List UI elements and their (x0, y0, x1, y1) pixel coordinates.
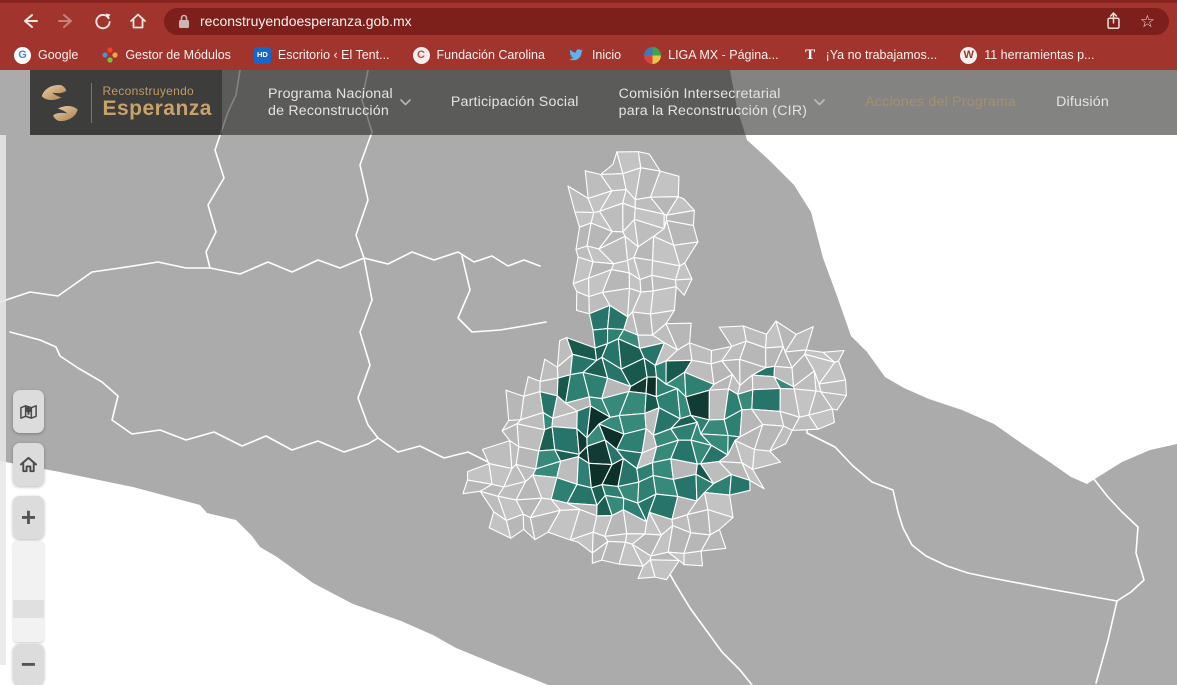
bookmark-herramientas[interactable]: W 11 herramientas p... (960, 47, 1094, 64)
nav-item-acciones-programa[interactable]: Acciones del Programa (865, 94, 1016, 111)
nav-item-programa-nacional[interactable]: Programa Nacionalde Reconstrucción (268, 86, 411, 120)
home-button[interactable] (125, 8, 151, 34)
nav-item-comision-cir[interactable]: Comisión Intersecretarialpara la Reconst… (619, 86, 826, 120)
municipality-cell[interactable] (651, 287, 677, 314)
map-home-icon (19, 455, 38, 474)
zoom-slider-handle[interactable] (13, 600, 44, 618)
zoom-in-button[interactable]: + (13, 496, 44, 539)
bookmark-liga-mx[interactable]: LIGA MX - Página... (644, 47, 778, 64)
reload-button[interactable] (89, 8, 115, 34)
address-bar[interactable]: reconstruyendoesperanza.gob.mx ☆ (164, 8, 1169, 35)
bookmark-inicio[interactable]: Inicio (568, 47, 621, 64)
google-icon: G (14, 47, 31, 64)
nav-item-label: Participación Social (451, 94, 579, 111)
nav-item-label: Comisión Intersecretarialpara la Reconst… (619, 86, 808, 120)
municipality-cell[interactable] (684, 551, 703, 566)
zoom-out-button[interactable]: − (13, 644, 44, 685)
hands-logo-icon (38, 82, 81, 124)
municipality-cell[interactable] (687, 510, 710, 535)
back-arrow-icon (20, 11, 40, 31)
map-layers-icon (19, 402, 38, 421)
carolina-icon: C (413, 47, 430, 64)
logo[interactable]: Reconstruyendo Esperanza (30, 70, 222, 135)
forward-arrow-icon (56, 11, 76, 31)
logo-line1: Reconstruyendo (102, 84, 212, 98)
browser-toolbar: reconstruyendoesperanza.gob.mx ☆ (0, 0, 1177, 40)
logo-line2: Esperanza (102, 97, 212, 121)
bookmark-star-icon[interactable]: ☆ (1140, 13, 1155, 30)
panel-edge (0, 135, 6, 665)
chevron-down-icon (400, 99, 411, 106)
bookmark-ya-no-trabajamos[interactable]: T ¡Ya no trabajamos... (802, 47, 938, 64)
bookmark-label: Inicio (592, 48, 621, 62)
bookmark-label: LIGA MX - Página... (668, 48, 778, 62)
zoom-slider[interactable] (13, 541, 44, 642)
reload-icon (93, 12, 112, 31)
twitter-icon (568, 47, 585, 64)
wordpress-icon: W (960, 47, 977, 64)
bookmark-label: 11 herramientas p... (984, 48, 1094, 62)
bookmark-label: Escritorio ‹ El Tent... (278, 48, 390, 62)
home-icon (128, 11, 148, 31)
nav-item-participacion-social[interactable]: Participación Social (451, 94, 579, 111)
map-home-button[interactable] (13, 443, 44, 486)
forward-button[interactable] (53, 8, 79, 34)
bookmark-label: Fundación Carolina (437, 48, 545, 62)
bookmark-fundacion-carolina[interactable]: C Fundación Carolina (413, 47, 545, 64)
bookmark-escritorio[interactable]: HD Escritorio ‹ El Tent... (254, 47, 390, 64)
bookmarks-bar: G Google Gestor de Módulos HD Escritorio ‹ E… (0, 40, 1177, 70)
lock-icon (178, 14, 190, 29)
nav-item-difusion[interactable]: Difusión (1056, 94, 1109, 111)
ball-icon (644, 47, 661, 64)
main-nav: Programa Nacionalde Reconstrucción Partic… (268, 70, 1109, 135)
municipality-cell[interactable] (752, 388, 781, 411)
nav-item-label: Programa Nacionalde Reconstrucción (268, 86, 393, 120)
joomla-icon (101, 47, 118, 64)
bookmark-label: ¡Ya no trabajamos... (826, 48, 938, 62)
nyt-icon: T (802, 47, 819, 64)
logo-text: Reconstruyendo Esperanza (102, 84, 212, 121)
bookmark-google[interactable]: G Google (14, 47, 78, 64)
bookmark-gestor-modulos[interactable]: Gestor de Módulos (101, 47, 231, 64)
back-button[interactable] (17, 8, 43, 34)
hd-icon: HD (254, 47, 271, 64)
site-header: Reconstruyendo Esperanza Programa Nacion… (30, 70, 1177, 135)
nav-item-label: Difusión (1056, 94, 1109, 111)
url-text: reconstruyendoesperanza.gob.mx (200, 13, 412, 29)
bookmark-label: Google (38, 48, 78, 62)
bookmark-label: Gestor de Módulos (125, 48, 231, 62)
logo-divider (91, 83, 92, 123)
share-icon[interactable] (1105, 11, 1122, 31)
nav-item-label: Acciones del Programa (865, 94, 1016, 111)
map[interactable] (0, 70, 1177, 685)
chevron-down-icon (814, 99, 825, 106)
layers-button[interactable] (13, 390, 44, 433)
